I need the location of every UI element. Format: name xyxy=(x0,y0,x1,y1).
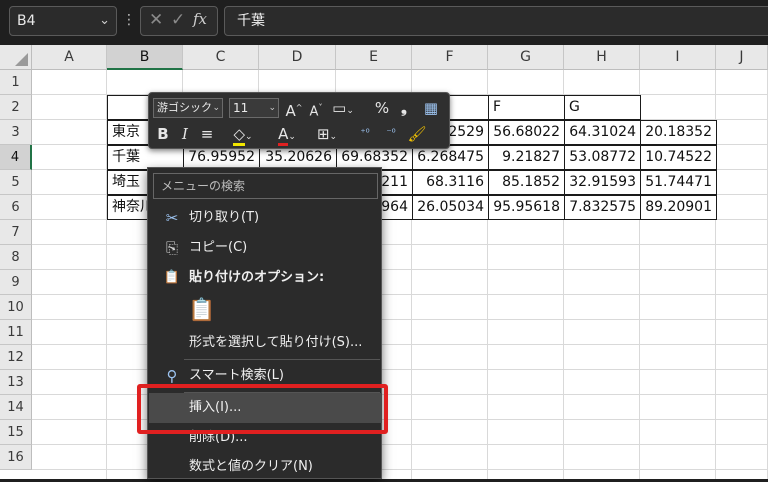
font-name-value: 游ゴシック xyxy=(157,101,212,114)
table-header-cell[interactable]: F xyxy=(488,95,565,120)
row-header-15[interactable]: 15 xyxy=(0,420,32,445)
column-header-b[interactable]: B xyxy=(107,45,183,70)
number-format-icon[interactable]: ▭⌄ xyxy=(331,97,355,119)
menu-item-label: 切り取り(T) xyxy=(189,210,260,225)
table-cell[interactable]: 89.20901 xyxy=(640,195,717,220)
row-header-16[interactable]: 16 xyxy=(0,445,32,470)
borders-icon[interactable]: ⊞⌄ xyxy=(313,123,341,145)
menu-item-copy[interactable]: ⎘ コピー(C) xyxy=(149,233,382,263)
row-header-11[interactable]: 11 xyxy=(0,320,32,345)
increase-decimal-icon[interactable]: ⁺⁰ xyxy=(355,123,375,145)
column-header-e[interactable]: E xyxy=(336,45,412,70)
chevron-down-icon[interactable]: ⌄ xyxy=(99,7,110,35)
menu-item-label: コピー(C) xyxy=(189,240,248,255)
paste-icon: 📋 xyxy=(163,270,181,285)
column-header-g[interactable]: G xyxy=(488,45,564,70)
row-header-7[interactable]: 7 xyxy=(0,220,32,245)
gridline xyxy=(32,269,768,270)
column-header-c[interactable]: C xyxy=(183,45,259,70)
table-cell[interactable]: 56.68022 xyxy=(488,120,565,145)
copy-icon: ⎘ xyxy=(165,239,178,257)
italic-icon[interactable]: I xyxy=(177,123,193,145)
select-all-button[interactable] xyxy=(0,45,32,70)
row-header-5[interactable]: 5 xyxy=(0,170,32,195)
menu-item-label: 形式を選択して貼り付け(S)... xyxy=(189,335,363,350)
font-size-value: 11 xyxy=(233,101,249,115)
gridline xyxy=(32,319,768,320)
row-header-8[interactable]: 8 xyxy=(0,245,32,270)
table-cell[interactable]: 53.08772 xyxy=(564,145,641,170)
table-cell[interactable]: 51.74471 xyxy=(640,170,717,195)
table-cell[interactable]: 9.21827 xyxy=(488,145,565,170)
table-cell[interactable]: 68.3116 xyxy=(412,170,489,195)
gridline xyxy=(32,469,768,470)
column-header-a[interactable]: A xyxy=(32,45,107,70)
menu-search-input[interactable]: メニューの検索 xyxy=(153,173,378,199)
bold-icon[interactable]: B xyxy=(155,123,171,145)
row-header-13[interactable]: 13 xyxy=(0,370,32,395)
percent-icon[interactable]: % xyxy=(373,97,391,119)
formula-buttons: ✕ ✓ fx xyxy=(140,6,218,36)
insert-function-icon[interactable]: fx xyxy=(193,10,207,28)
menu-item-paste-special[interactable]: 形式を選択して貼り付け(S)... xyxy=(149,328,382,358)
gridline xyxy=(32,344,768,345)
menu-item-paste-options: 📋 貼り付けのオプション: xyxy=(149,263,382,293)
menu-item-cut[interactable]: ✂ 切り取り(T) xyxy=(149,203,382,233)
paste-option-icon[interactable]: 📋 xyxy=(188,296,215,326)
row-header-2[interactable]: 2 xyxy=(0,95,32,120)
table-cell[interactable]: 20.18352 xyxy=(640,120,717,145)
table-cell[interactable]: 10.74522 xyxy=(640,145,717,170)
table-cell[interactable]: 95.95618 xyxy=(488,195,565,220)
table-cell[interactable]: 7.832575 xyxy=(564,195,641,220)
row-header-10[interactable]: 10 xyxy=(0,295,32,320)
column-header-f[interactable]: F xyxy=(412,45,488,70)
row-header-4[interactable]: 4 xyxy=(0,145,32,170)
name-box-value: B4 xyxy=(17,13,36,29)
formula-input[interactable]: 千葉 xyxy=(224,6,768,36)
fill-color-icon[interactable]: ◇⌄ xyxy=(229,123,257,146)
more-icon[interactable]: ⋮ xyxy=(122,8,136,32)
menu-item-clear-contents[interactable]: 数式と値のクリア(N) xyxy=(149,452,382,482)
comma-style-icon[interactable]: ❟ xyxy=(397,97,411,119)
format-painter-icon[interactable]: 🖌 xyxy=(407,123,427,145)
table-cell[interactable]: 64.31024 xyxy=(564,120,641,145)
font-name-select[interactable]: 游ゴシック ⌄ xyxy=(153,98,223,118)
column-header-d[interactable]: D xyxy=(259,45,336,70)
table-cell[interactable]: 85.1852 xyxy=(488,170,565,195)
table-cell[interactable]: 32.91593 xyxy=(564,170,641,195)
formula-bar: B4 ⌄ ⋮ ✕ ✓ fx 千葉 xyxy=(0,0,768,40)
row-header-1[interactable]: 1 xyxy=(0,70,32,95)
row-header-9[interactable]: 9 xyxy=(0,270,32,295)
gridline xyxy=(32,244,768,245)
menu-separator xyxy=(184,359,380,360)
cancel-icon[interactable]: ✕ xyxy=(149,10,163,30)
menu-item-label: 貼り付けのオプション: xyxy=(189,270,325,285)
name-box[interactable]: B4 ⌄ xyxy=(9,6,117,36)
column-header-j[interactable]: J xyxy=(716,45,768,70)
gridline xyxy=(32,294,768,295)
gridline xyxy=(32,444,768,445)
font-size-select[interactable]: 11 ⌄ xyxy=(229,98,279,118)
row-header-14[interactable]: 14 xyxy=(0,395,32,420)
enter-icon[interactable]: ✓ xyxy=(171,10,185,30)
row-header-3[interactable]: 3 xyxy=(0,120,32,145)
column-header-i[interactable]: I xyxy=(640,45,716,70)
row-header-12[interactable]: 12 xyxy=(0,345,32,370)
merge-center-icon[interactable]: ▦ xyxy=(421,97,441,119)
font-color-icon[interactable]: A⌄ xyxy=(273,123,301,146)
scissors-icon: ✂ xyxy=(165,209,179,227)
column-header-h[interactable]: H xyxy=(564,45,640,70)
table-header-cell[interactable]: G xyxy=(564,95,641,120)
decrease-decimal-icon[interactable]: ⁻⁰ xyxy=(381,123,401,145)
table-cell[interactable]: 26.05034 xyxy=(412,195,489,220)
align-center-icon[interactable]: ≡ xyxy=(199,123,215,145)
menu-item-label: 数式と値のクリア(N) xyxy=(189,459,313,474)
mini-toolbar: 游ゴシック ⌄ 11 ⌄ A^ A˅ ▭⌄ % ❟ ▦ B I ≡ ◇⌄ A⌄ ⊞⌄… xyxy=(148,92,450,149)
gridline xyxy=(32,369,768,370)
row-header-6[interactable]: 6 xyxy=(0,195,32,220)
highlight-box xyxy=(137,384,388,434)
increase-font-icon[interactable]: A^ xyxy=(285,97,303,120)
decrease-font-icon[interactable]: A˅ xyxy=(307,97,325,119)
